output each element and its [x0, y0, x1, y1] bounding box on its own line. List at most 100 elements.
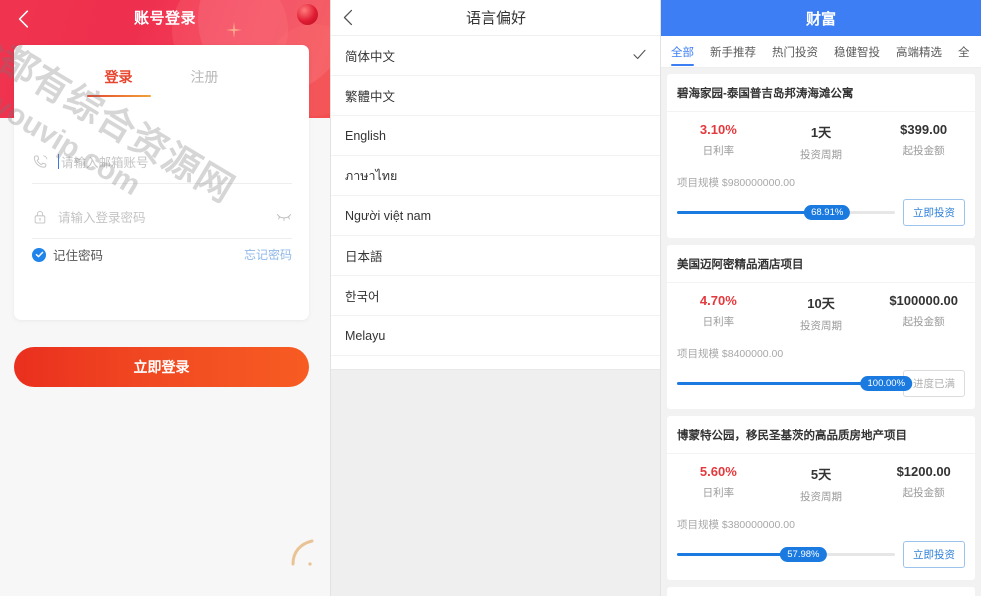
investment-stats: 4.70% 日利率 10天 投资周期 $100000.00 起投金额 — [667, 283, 975, 337]
language-panel: 语言偏好 简体中文 繁體中文 English ภาษาไทย Người việ… — [330, 0, 660, 596]
remember-password-label[interactable]: 记住密码 — [53, 245, 103, 264]
tab-all[interactable]: 全部 — [671, 36, 694, 67]
login-panel: 账号登录 登录 注册 请输入邮箱账号 请输入登录密码 记住密码 忘记密码 立即登… — [0, 0, 330, 596]
language-option-label: 简体中文 — [345, 50, 396, 64]
stat-rate: 5.60% 日利率 — [667, 464, 770, 504]
language-option-english[interactable]: English — [331, 116, 660, 156]
language-option-zh-hans[interactable]: 简体中文 — [331, 36, 660, 76]
investment-title: 博蒙特公园，移民圣基茨的高品质房地产项目 — [667, 416, 975, 454]
stat-min-amount: $100000.00 起投金额 — [872, 293, 975, 333]
tab-hot-investment[interactable]: 热门投资 — [772, 36, 818, 67]
wealth-panel: 财富 全部 新手推荐 热门投资 稳健智投 高端精选 全 碧海家园-泰国普吉岛邦涛… — [660, 0, 981, 596]
investment-stats: 5.60% 日利率 5天 投资周期 $1200.00 起投金额 — [667, 454, 975, 508]
language-option-label: Người việt nam — [345, 208, 432, 223]
stat-label: 投资周期 — [800, 149, 842, 161]
progress-bar: 57.98% — [677, 546, 895, 564]
remember-password-row: 记住密码 忘记密码 — [32, 245, 292, 264]
phone-icon — [32, 154, 58, 170]
language-option-korean[interactable]: 한국어 — [331, 276, 660, 316]
tab-premium-selection[interactable]: 高端精选 — [896, 36, 942, 67]
project-scale: 项目规模 $380000000.00 — [677, 519, 795, 531]
stat-rate: 4.70% 日利率 — [667, 293, 770, 333]
tab-login[interactable]: 登录 — [86, 67, 151, 97]
language-option-label: 日本語 — [345, 250, 383, 264]
investment-progress-row: 57.98% 立即投资 — [667, 532, 975, 580]
stat-label: 投资周期 — [800, 320, 842, 332]
language-option-japanese[interactable]: 日本語 — [331, 236, 660, 276]
text-cursor — [58, 154, 59, 169]
stat-value: 3.10% — [699, 122, 737, 137]
language-option-vietnamese[interactable]: Người việt nam — [331, 196, 660, 236]
stat-period: 1天 投资周期 — [770, 122, 873, 162]
login-page-title: 账号登录 — [133, 10, 196, 27]
language-option-label: English — [345, 128, 386, 143]
investment-progress-row: 68.91% 立即投资 — [667, 190, 975, 238]
tab-register[interactable]: 注册 — [191, 67, 219, 97]
language-option-thai[interactable]: ภาษาไทย — [331, 156, 660, 196]
investment-progress-row: 100.00% 进度已满 — [667, 361, 975, 409]
project-scale: 项目规模 $980000000.00 — [677, 177, 795, 189]
language-option-malay[interactable]: Melayu — [331, 316, 660, 356]
investment-card[interactable]: 印尼煤层气项目 日利率 投资周期 起投金额 — [667, 587, 975, 596]
invest-now-button[interactable]: 立即投资 — [903, 199, 965, 226]
stat-label: 日利率 — [702, 145, 735, 157]
eye-closed-icon[interactable] — [276, 212, 292, 222]
stat-label: 日利率 — [702, 316, 735, 328]
investment-title: 碧海家园-泰国普吉岛邦涛海滩公寓 — [667, 74, 975, 112]
login-card: 登录 注册 请输入邮箱账号 请输入登录密码 记住密码 忘记密码 — [14, 45, 309, 320]
progress-bar: 68.91% — [677, 204, 895, 222]
stat-value: 10天 — [807, 296, 835, 311]
investment-title: 印尼煤层气项目 — [667, 587, 975, 596]
stat-rate: 3.10% 日利率 — [667, 122, 770, 162]
password-field[interactable]: 请输入登录密码 — [32, 195, 292, 239]
investment-card[interactable]: 碧海家园-泰国普吉岛邦涛海滩公寓 3.10% 日利率 1天 投资周期 $399.… — [667, 74, 975, 238]
progress-bar: 100.00% — [677, 375, 913, 393]
stat-label: 投资周期 — [800, 491, 842, 503]
stat-value: $100000.00 — [889, 293, 959, 308]
wealth-page-title: 财富 — [661, 0, 981, 36]
language-option-zh-hant[interactable]: 繁體中文 — [331, 76, 660, 116]
stat-label: 起投金额 — [902, 145, 945, 157]
password-placeholder: 请输入登录密码 — [58, 211, 146, 225]
stat-period: 10天 投资周期 — [770, 293, 873, 333]
progress-badge: 57.98% — [780, 547, 827, 562]
progress-badge: 68.91% — [804, 205, 851, 220]
tab-overflow[interactable]: 全 — [958, 36, 970, 67]
account-field[interactable]: 请输入邮箱账号 — [32, 140, 292, 184]
wealth-tab-bar: 全部 新手推荐 热门投资 稳健智投 高端精选 全 — [661, 36, 981, 68]
language-option-label: 繁體中文 — [345, 90, 396, 104]
stat-value: $1200.00 — [896, 464, 951, 479]
stat-label: 起投金额 — [902, 316, 945, 328]
tab-beginner-recommend[interactable]: 新手推荐 — [710, 36, 756, 67]
investment-title: 美国迈阿密精品酒店项目 — [667, 245, 975, 283]
stat-min-amount: $1200.00 起投金额 — [872, 464, 975, 504]
list-bottom-filler — [331, 356, 660, 370]
stat-value: $399.00 — [900, 122, 948, 137]
language-option-label: ภาษาไทย — [345, 168, 398, 183]
language-list: 简体中文 繁體中文 English ภาษาไทย Người việt nam — [331, 36, 660, 370]
check-circle-icon[interactable] — [32, 247, 46, 262]
investment-card-list: 碧海家园-泰国普吉岛邦涛海滩公寓 3.10% 日利率 1天 投资周期 $399.… — [661, 68, 981, 596]
investment-card[interactable]: 美国迈阿密精品酒店项目 4.70% 日利率 10天 投资周期 $100000.0… — [667, 245, 975, 409]
invest-now-button[interactable]: 立即投资 — [903, 541, 965, 568]
check-icon — [633, 47, 646, 65]
login-submit-button[interactable]: 立即登录 — [14, 347, 309, 387]
stat-label: 起投金额 — [902, 487, 945, 499]
three-panel-screenshot: 账号登录 登录 注册 请输入邮箱账号 请输入登录密码 记住密码 忘记密码 立即登… — [0, 0, 981, 596]
project-scale: 项目规模 $8400000.00 — [677, 348, 784, 360]
login-tab-bar: 登录 注册 — [14, 67, 309, 97]
stat-min-amount: $399.00 起投金额 — [872, 122, 975, 162]
stat-period: 5天 投资周期 — [770, 464, 873, 504]
stat-value: 5天 — [810, 467, 832, 482]
language-page-title: 语言偏好 — [465, 10, 526, 27]
lock-icon — [32, 209, 58, 225]
language-option-label: Melayu — [345, 328, 386, 343]
tab-steady-invest[interactable]: 稳健智投 — [834, 36, 880, 67]
forgot-password-link[interactable]: 忘记密码 — [244, 246, 292, 263]
investment-card[interactable]: 博蒙特公园，移民圣基茨的高品质房地产项目 5.60% 日利率 5天 投资周期 $… — [667, 416, 975, 580]
progress-full-button: 进度已满 — [903, 370, 965, 397]
corner-decoration-icon — [291, 539, 314, 566]
stat-value: 5.60% — [699, 464, 737, 479]
investment-stats: 3.10% 日利率 1天 投资周期 $399.00 起投金额 — [667, 112, 975, 166]
stat-value: 1天 — [810, 125, 832, 140]
